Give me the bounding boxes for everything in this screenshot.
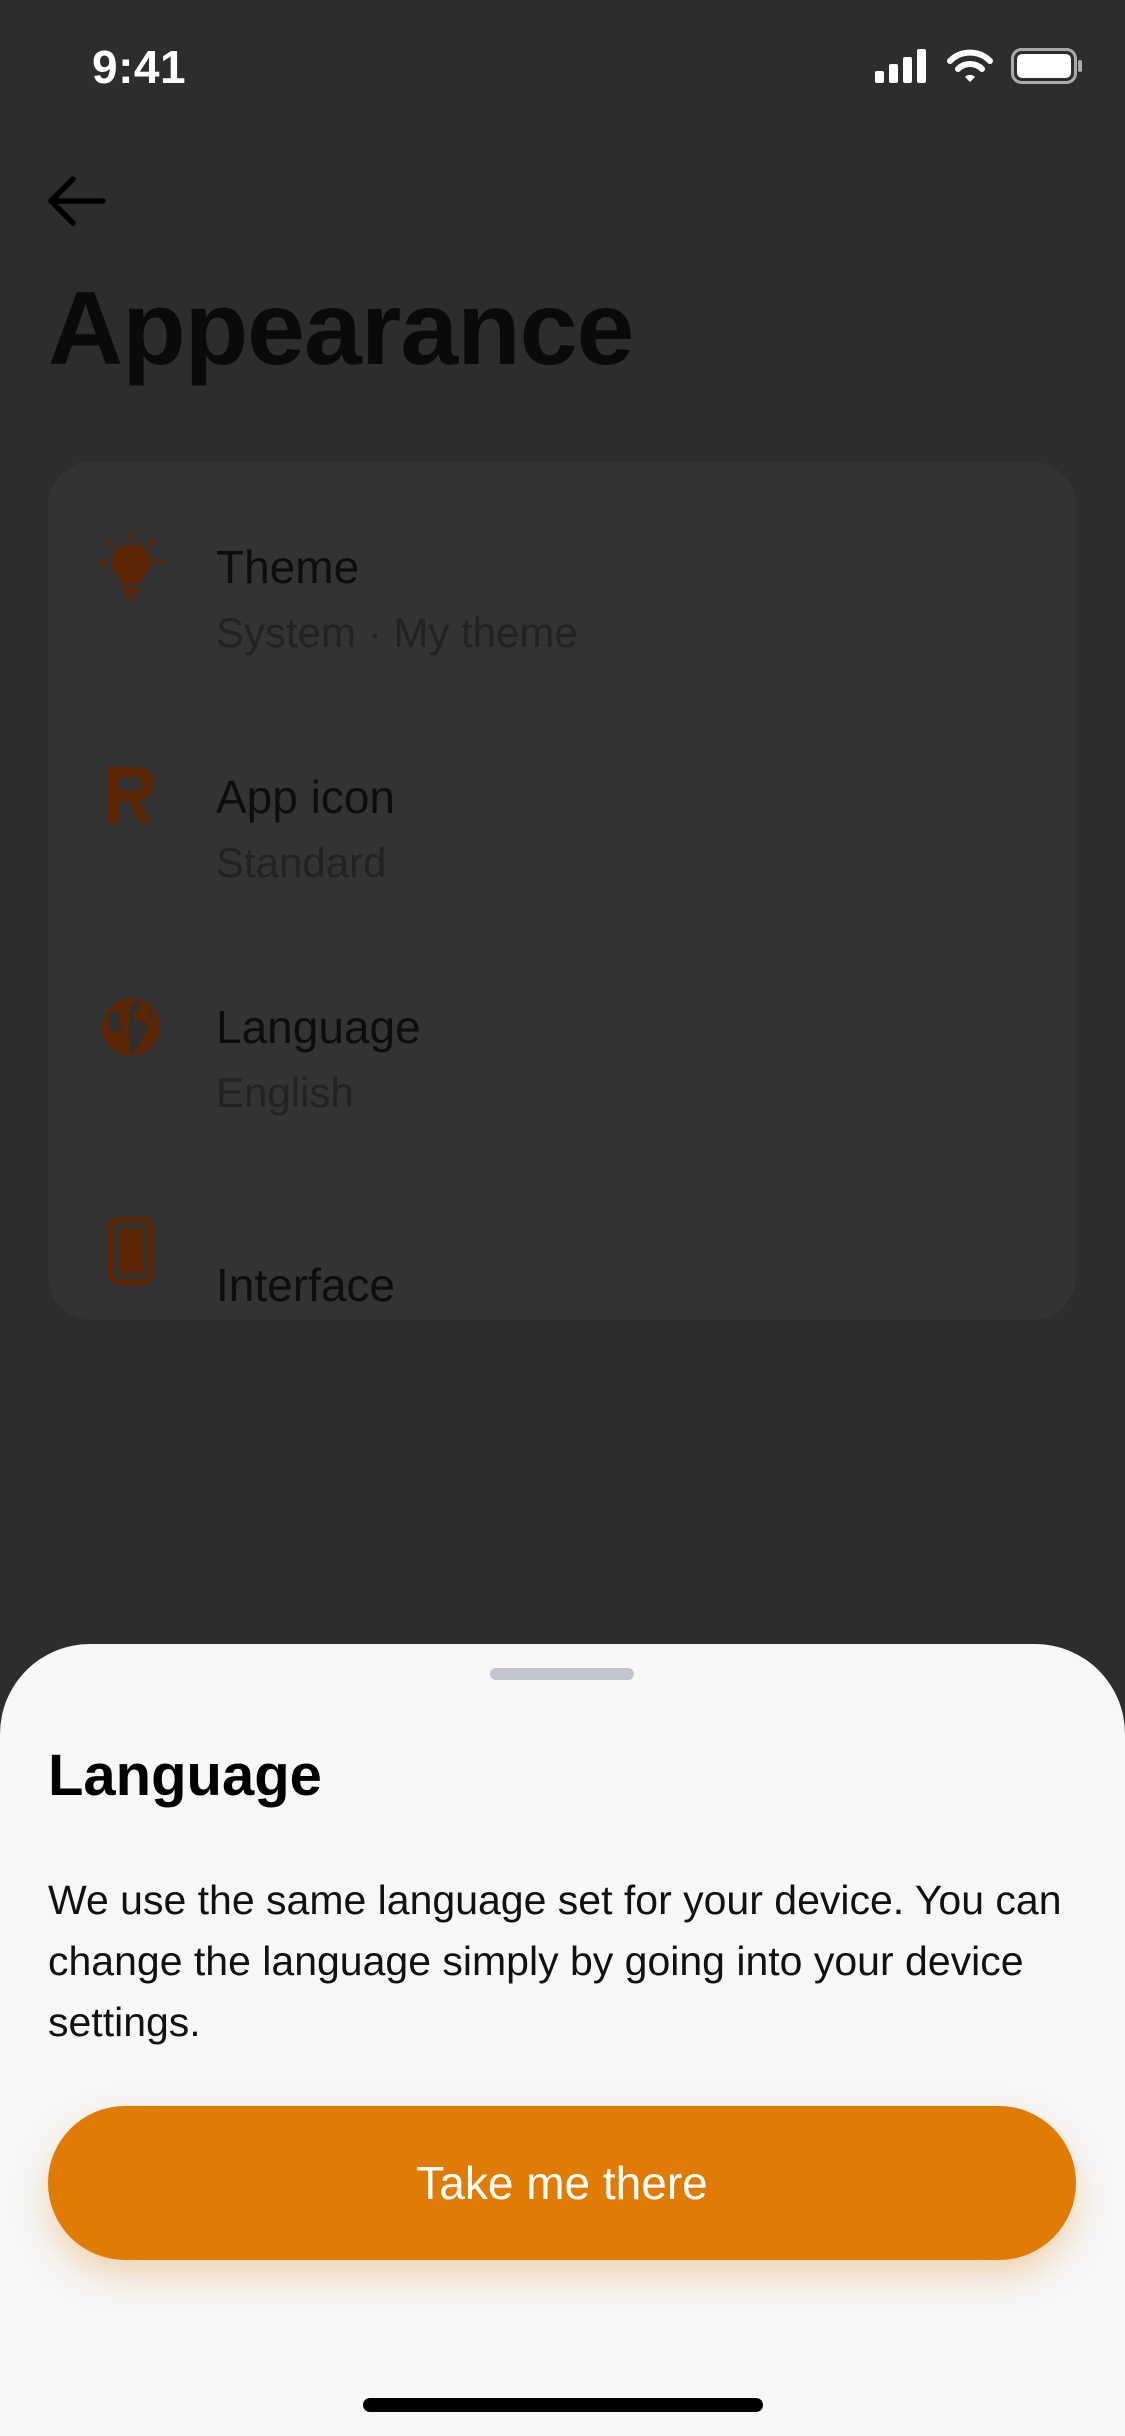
- wifi-icon: [947, 49, 993, 88]
- settings-card: Theme System · My theme App icon Standar…: [48, 462, 1076, 1320]
- setting-title: Theme: [216, 541, 360, 593]
- status-icons: [875, 47, 1083, 89]
- take-me-there-button[interactable]: Take me there: [48, 2106, 1076, 2260]
- take-me-there-label: Take me there: [416, 2157, 708, 2209]
- setting-row-app-icon[interactable]: App icon Standard: [48, 722, 1076, 922]
- arrow-left-icon: [47, 175, 107, 232]
- setting-subtitle: System · My theme: [216, 609, 578, 656]
- globe-icon: [96, 992, 166, 1062]
- sheet-description: We use the same language set for your de…: [48, 1877, 1062, 2045]
- cellular-signal-icon: [875, 48, 929, 88]
- home-indicator: [363, 2398, 763, 2412]
- setting-title: Interface: [216, 1259, 395, 1311]
- language-bottom-sheet: Language We use the same language set fo…: [0, 1644, 1125, 2436]
- sheet-grabber[interactable]: [490, 1668, 634, 1680]
- back-button[interactable]: [44, 170, 110, 236]
- sheet-title: Language: [48, 1743, 322, 1808]
- app-r-logo-icon: [96, 760, 166, 830]
- appearance-screen: 9:41 Appearance Theme System · My theme …: [0, 0, 1125, 2436]
- setting-subtitle: English: [216, 1069, 354, 1116]
- setting-row-language[interactable]: Language English: [48, 952, 1076, 1152]
- setting-title: App icon: [216, 771, 396, 823]
- status-time: 9:41: [92, 41, 187, 93]
- setting-title: Language: [216, 1001, 421, 1053]
- status-bar: 9:41: [0, 0, 1125, 140]
- lightbulb-icon: [96, 532, 166, 602]
- setting-row-interface[interactable]: Interface: [48, 1182, 1076, 1382]
- phone-icon: [96, 1216, 166, 1286]
- battery-icon: [1011, 47, 1083, 89]
- setting-subtitle: Standard: [216, 839, 387, 886]
- setting-row-theme[interactable]: Theme System · My theme: [48, 492, 1076, 692]
- page-title: Appearance: [48, 271, 634, 387]
